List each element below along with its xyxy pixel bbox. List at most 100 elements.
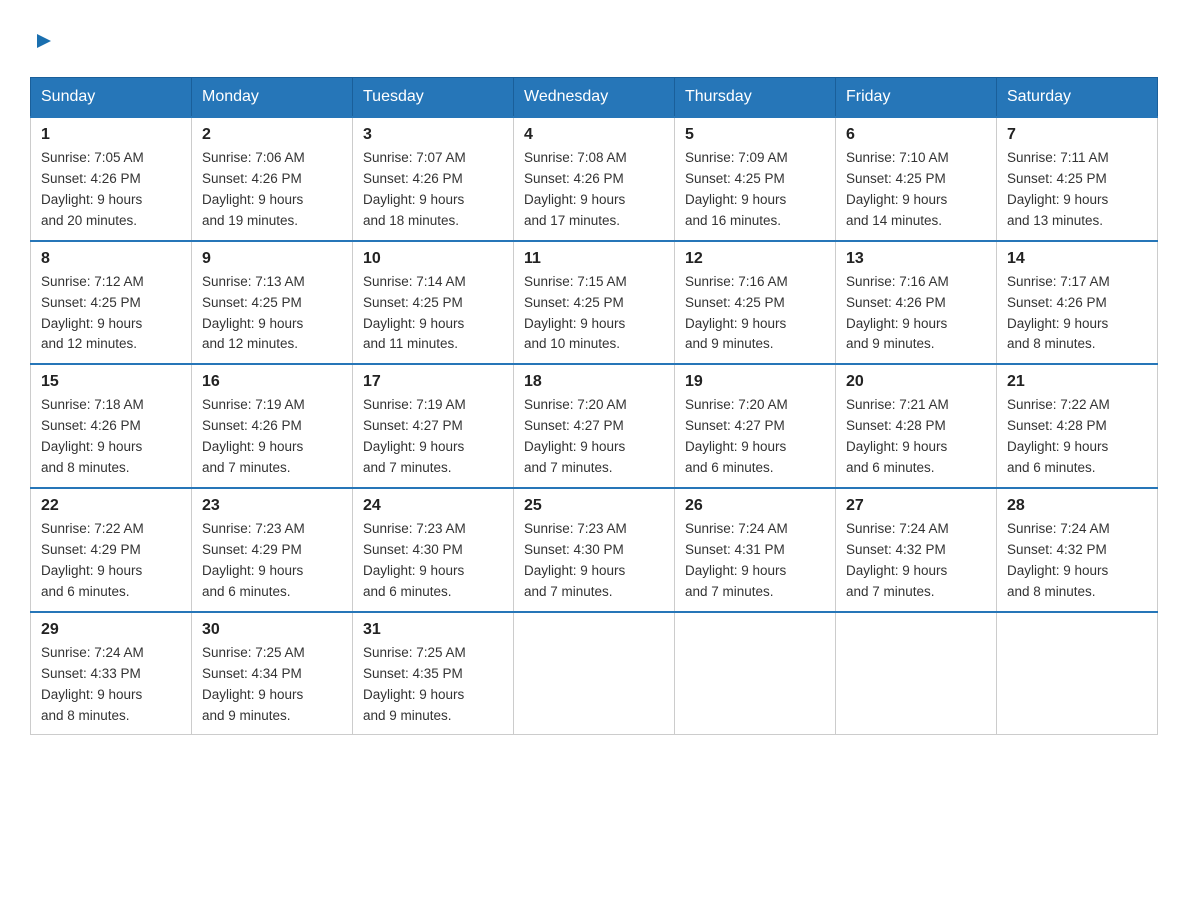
day-number: 2 xyxy=(202,126,342,144)
day-number: 19 xyxy=(685,373,825,391)
calendar-cell: 8 Sunrise: 7:12 AMSunset: 4:25 PMDaylight… xyxy=(31,241,192,365)
day-info: Sunrise: 7:22 AMSunset: 4:29 PMDaylight:… xyxy=(41,519,181,603)
calendar-cell: 16Sunrise: 7:19 AMSunset: 4:26 PMDayligh… xyxy=(192,364,353,488)
header-friday: Friday xyxy=(836,78,997,118)
day-number: 3 xyxy=(363,126,503,144)
day-info: Sunrise: 7:23 AMSunset: 4:30 PMDaylight:… xyxy=(524,519,664,603)
calendar-cell: 7 Sunrise: 7:11 AMSunset: 4:25 PMDaylight… xyxy=(997,117,1158,241)
calendar-cell: 5 Sunrise: 7:09 AMSunset: 4:25 PMDaylight… xyxy=(675,117,836,241)
day-number: 15 xyxy=(41,373,181,391)
day-number: 31 xyxy=(363,621,503,639)
day-number: 18 xyxy=(524,373,664,391)
day-number: 8 xyxy=(41,250,181,268)
day-info: Sunrise: 7:15 AMSunset: 4:25 PMDaylight:… xyxy=(524,272,664,356)
calendar-cell xyxy=(836,612,997,735)
day-info: Sunrise: 7:24 AMSunset: 4:32 PMDaylight:… xyxy=(846,519,986,603)
day-info: Sunrise: 7:16 AMSunset: 4:26 PMDaylight:… xyxy=(846,272,986,356)
day-number: 29 xyxy=(41,621,181,639)
day-info: Sunrise: 7:14 AMSunset: 4:25 PMDaylight:… xyxy=(363,272,503,356)
calendar-week-row: 1 Sunrise: 7:05 AMSunset: 4:26 PMDaylight… xyxy=(31,117,1158,241)
calendar-cell: 17 Sunrise: 7:19 AMSunset: 4:27 PMDayligh… xyxy=(353,364,514,488)
calendar-cell: 20 Sunrise: 7:21 AMSunset: 4:28 PMDayligh… xyxy=(836,364,997,488)
header-saturday: Saturday xyxy=(997,78,1158,118)
day-info: Sunrise: 7:11 AMSunset: 4:25 PMDaylight:… xyxy=(1007,148,1147,232)
calendar-cell xyxy=(514,612,675,735)
calendar-cell: 2 Sunrise: 7:06 AMSunset: 4:26 PMDaylight… xyxy=(192,117,353,241)
day-number: 4 xyxy=(524,126,664,144)
calendar-cell: 28 Sunrise: 7:24 AMSunset: 4:32 PMDayligh… xyxy=(997,488,1158,612)
day-info: Sunrise: 7:21 AMSunset: 4:28 PMDaylight:… xyxy=(846,395,986,479)
day-info: Sunrise: 7:20 AMSunset: 4:27 PMDaylight:… xyxy=(524,395,664,479)
day-number: 12 xyxy=(685,250,825,268)
day-info: Sunrise: 7:20 AMSunset: 4:27 PMDaylight:… xyxy=(685,395,825,479)
day-number: 6 xyxy=(846,126,986,144)
header-tuesday: Tuesday xyxy=(353,78,514,118)
calendar-cell: 13 Sunrise: 7:16 AMSunset: 4:26 PMDayligh… xyxy=(836,241,997,365)
day-number: 9 xyxy=(202,250,342,268)
day-number: 10 xyxy=(363,250,503,268)
day-number: 1 xyxy=(41,126,181,144)
day-info: Sunrise: 7:13 AMSunset: 4:25 PMDaylight:… xyxy=(202,272,342,356)
header-wednesday: Wednesday xyxy=(514,78,675,118)
header-sunday: Sunday xyxy=(31,78,192,118)
day-number: 20 xyxy=(846,373,986,391)
day-number: 30 xyxy=(202,621,342,639)
calendar-cell: 6Sunrise: 7:10 AMSunset: 4:25 PMDaylight… xyxy=(836,117,997,241)
calendar-cell: 26Sunrise: 7:24 AMSunset: 4:31 PMDayligh… xyxy=(675,488,836,612)
day-info: Sunrise: 7:08 AMSunset: 4:26 PMDaylight:… xyxy=(524,148,664,232)
day-info: Sunrise: 7:19 AMSunset: 4:27 PMDaylight:… xyxy=(363,395,503,479)
day-info: Sunrise: 7:22 AMSunset: 4:28 PMDaylight:… xyxy=(1007,395,1147,479)
day-number: 25 xyxy=(524,497,664,515)
calendar-cell: 30 Sunrise: 7:25 AMSunset: 4:34 PMDayligh… xyxy=(192,612,353,735)
day-info: Sunrise: 7:23 AMSunset: 4:30 PMDaylight:… xyxy=(363,519,503,603)
calendar-cell: 31 Sunrise: 7:25 AMSunset: 4:35 PMDayligh… xyxy=(353,612,514,735)
calendar-cell: 12 Sunrise: 7:16 AMSunset: 4:25 PMDayligh… xyxy=(675,241,836,365)
day-info: Sunrise: 7:16 AMSunset: 4:25 PMDaylight:… xyxy=(685,272,825,356)
day-number: 13 xyxy=(846,250,986,268)
calendar-cell: 19 Sunrise: 7:20 AMSunset: 4:27 PMDayligh… xyxy=(675,364,836,488)
logo-arrow-icon xyxy=(33,30,55,57)
day-number: 7 xyxy=(1007,126,1147,144)
day-info: Sunrise: 7:09 AMSunset: 4:25 PMDaylight:… xyxy=(685,148,825,232)
calendar-cell: 27Sunrise: 7:24 AMSunset: 4:32 PMDayligh… xyxy=(836,488,997,612)
calendar-cell: 4 Sunrise: 7:08 AMSunset: 4:26 PMDaylight… xyxy=(514,117,675,241)
day-info: Sunrise: 7:25 AMSunset: 4:34 PMDaylight:… xyxy=(202,643,342,727)
calendar-cell: 23Sunrise: 7:23 AMSunset: 4:29 PMDayligh… xyxy=(192,488,353,612)
day-info: Sunrise: 7:18 AMSunset: 4:26 PMDaylight:… xyxy=(41,395,181,479)
calendar-cell: 24Sunrise: 7:23 AMSunset: 4:30 PMDayligh… xyxy=(353,488,514,612)
day-info: Sunrise: 7:24 AMSunset: 4:32 PMDaylight:… xyxy=(1007,519,1147,603)
calendar-cell: 15 Sunrise: 7:18 AMSunset: 4:26 PMDayligh… xyxy=(31,364,192,488)
day-info: Sunrise: 7:25 AMSunset: 4:35 PMDaylight:… xyxy=(363,643,503,727)
logo xyxy=(30,30,55,57)
day-number: 26 xyxy=(685,497,825,515)
calendar-week-row: 15 Sunrise: 7:18 AMSunset: 4:26 PMDayligh… xyxy=(31,364,1158,488)
page-header xyxy=(30,30,1158,57)
calendar-cell: 3Sunrise: 7:07 AMSunset: 4:26 PMDaylight… xyxy=(353,117,514,241)
day-number: 22 xyxy=(41,497,181,515)
day-info: Sunrise: 7:24 AMSunset: 4:33 PMDaylight:… xyxy=(41,643,181,727)
calendar-week-row: 29 Sunrise: 7:24 AMSunset: 4:33 PMDayligh… xyxy=(31,612,1158,735)
calendar-cell: 9 Sunrise: 7:13 AMSunset: 4:25 PMDaylight… xyxy=(192,241,353,365)
day-number: 17 xyxy=(363,373,503,391)
day-number: 23 xyxy=(202,497,342,515)
calendar-table: SundayMondayTuesdayWednesdayThursdayFrid… xyxy=(30,77,1158,735)
day-info: Sunrise: 7:12 AMSunset: 4:25 PMDaylight:… xyxy=(41,272,181,356)
day-number: 28 xyxy=(1007,497,1147,515)
day-info: Sunrise: 7:06 AMSunset: 4:26 PMDaylight:… xyxy=(202,148,342,232)
calendar-cell: 18 Sunrise: 7:20 AMSunset: 4:27 PMDayligh… xyxy=(514,364,675,488)
calendar-header-row: SundayMondayTuesdayWednesdayThursdayFrid… xyxy=(31,78,1158,118)
day-number: 14 xyxy=(1007,250,1147,268)
day-number: 21 xyxy=(1007,373,1147,391)
header-monday: Monday xyxy=(192,78,353,118)
day-number: 5 xyxy=(685,126,825,144)
day-number: 11 xyxy=(524,250,664,268)
calendar-cell: 21 Sunrise: 7:22 AMSunset: 4:28 PMDayligh… xyxy=(997,364,1158,488)
calendar-cell: 10 Sunrise: 7:14 AMSunset: 4:25 PMDayligh… xyxy=(353,241,514,365)
day-number: 16 xyxy=(202,373,342,391)
day-info: Sunrise: 7:05 AMSunset: 4:26 PMDaylight:… xyxy=(41,148,181,232)
calendar-week-row: 8 Sunrise: 7:12 AMSunset: 4:25 PMDaylight… xyxy=(31,241,1158,365)
calendar-cell: 14Sunrise: 7:17 AMSunset: 4:26 PMDayligh… xyxy=(997,241,1158,365)
header-thursday: Thursday xyxy=(675,78,836,118)
calendar-cell: 22 Sunrise: 7:22 AMSunset: 4:29 PMDayligh… xyxy=(31,488,192,612)
calendar-cell: 11 Sunrise: 7:15 AMSunset: 4:25 PMDayligh… xyxy=(514,241,675,365)
